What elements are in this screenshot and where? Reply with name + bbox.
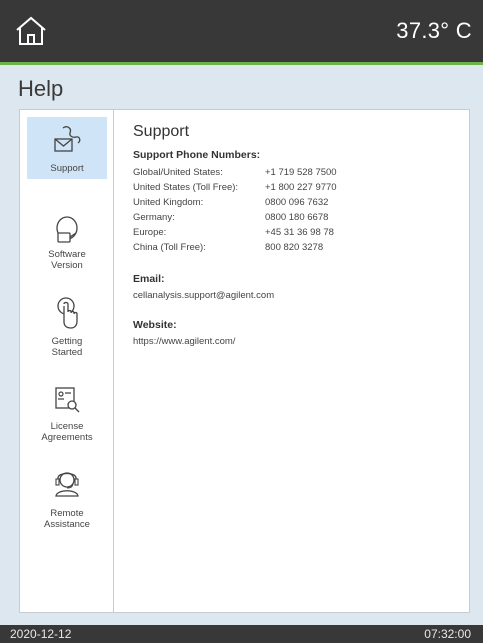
temperature-readout: 37.3° C (396, 18, 472, 43)
phone-region: United States (Toll Free): (133, 182, 239, 193)
sidebar-item-getting-started[interactable]: Getting Started (27, 296, 107, 360)
page-title: Help (18, 76, 64, 101)
sidebar-item-label: License (50, 421, 84, 432)
phone-list: Global/United States: +1 719 528 7500 Unit… (133, 165, 458, 255)
phone-region: China (Toll Free): (133, 242, 206, 253)
phone-number: +45 31 36 98 78 (265, 227, 334, 238)
top-bar: 37.3° C (0, 0, 483, 62)
support-website: https://www.agilent.com/ (133, 336, 236, 347)
phone-number: 0800 180 6678 (265, 212, 329, 223)
phone-row: Europe: +45 31 36 98 78 (133, 225, 458, 240)
remote-assistance-headset-icon (55, 472, 79, 497)
phone-number: 800 820 3278 (265, 242, 324, 253)
footer-time: 07:32:00 (424, 627, 471, 641)
sidebar-item-remote-assistance[interactable]: Remote Assistance (27, 468, 107, 530)
sidebar-item-label: Started (51, 347, 83, 358)
phone-region: Germany: (133, 212, 175, 223)
sidebar-item-label: Getting (51, 336, 83, 347)
header-accent-line (0, 62, 483, 65)
software-version-icon (56, 216, 78, 243)
support-email: cellanalysis.support@agilent.com (133, 290, 275, 301)
sidebar-item-label: Agreements (41, 432, 93, 443)
phone-row: United Kingdom: 0800 096 7632 (133, 195, 458, 210)
help-panel: Support Software Version Getting Started (19, 109, 470, 613)
sidebar-item-license-agreements[interactable]: License Agreements (27, 385, 107, 447)
sidebar-item-label: Software (48, 249, 86, 260)
status-bar: 2020-12-12 07:32:00 (0, 625, 483, 643)
phone-row: China (Toll Free): 800 820 3278 (133, 240, 458, 255)
sidebar-item-label: Assistance (44, 519, 90, 530)
getting-started-touch-icon (57, 297, 78, 329)
sidebar-item-label: Support (50, 163, 84, 174)
license-agreements-icon (55, 387, 80, 413)
email-block: Email: cellanalysis.support@agilent.com (133, 273, 458, 303)
email-heading: Email: (133, 273, 165, 285)
section-title: Support (133, 123, 190, 140)
phone-region: Global/United States: (133, 167, 223, 178)
sidebar-item-support[interactable]: Support (27, 117, 107, 179)
phone-number: +1 800 227 9770 (265, 182, 337, 193)
website-heading: Website: (133, 319, 177, 331)
sidebar-item-label: Remote (50, 508, 84, 519)
sidebar-item-software-version[interactable]: Software Version (27, 215, 107, 275)
help-sidebar: Support Software Version Getting Started (20, 110, 114, 612)
phone-number: +1 719 528 7500 (265, 167, 337, 178)
phone-row: Global/United States: +1 719 528 7500 (133, 165, 458, 180)
sidebar-item-label: Version (51, 260, 83, 271)
support-envelope-icon (54, 126, 81, 152)
phone-row: United States (Toll Free): +1 800 227 977… (133, 180, 458, 195)
home-icon[interactable] (14, 15, 48, 47)
phone-row: Germany: 0800 180 6678 (133, 210, 458, 225)
website-block: Website: https://www.agilent.com/ (133, 319, 458, 349)
phone-number: 0800 096 7632 (265, 197, 329, 208)
phone-numbers-heading: Support Phone Numbers: (133, 149, 261, 161)
support-content: Support Support Phone Numbers: Global/Un… (133, 123, 458, 349)
footer-date: 2020-12-12 (10, 627, 72, 641)
phone-region: Europe: (133, 227, 167, 238)
phone-region: United Kingdom: (133, 197, 204, 208)
